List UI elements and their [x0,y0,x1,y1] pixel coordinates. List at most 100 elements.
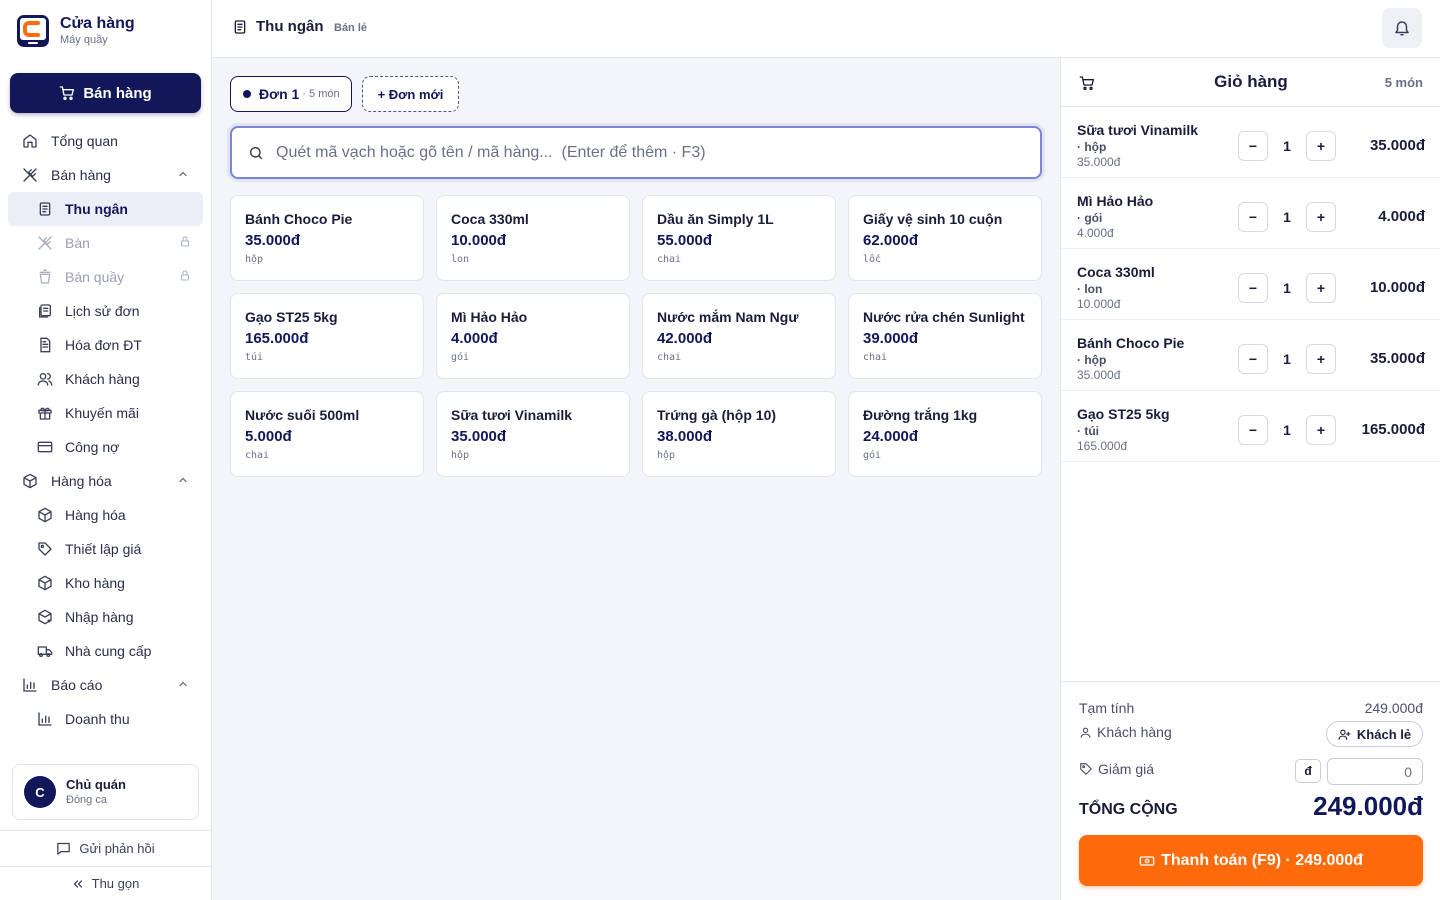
decrease-qty-button[interactable]: − [1238,202,1268,232]
cart-item-qty[interactable]: 1 [1271,209,1303,225]
sidebar-item-debts[interactable]: Công nợ [0,430,211,464]
sell-button[interactable]: Bán hàng [10,73,201,113]
product-name: Nước mắm Nam Ngư [657,309,799,325]
product-price: 5.000đ [245,428,292,445]
product-card[interactable]: Mì Hảo Hảo 4.000đ gói [436,293,630,379]
sidebar-item-label: Doanh thu [65,711,130,727]
sidebar-item-suppliers[interactable]: Nhà cung cấp [0,634,211,668]
product-card[interactable]: Sữa tươi Vinamilk 35.000đ hộp [436,391,630,477]
product-card[interactable]: Dầu ăn Simply 1L 55.000đ chai [642,195,836,281]
page-title: Thu ngân [232,18,324,35]
cart-item-total: 165.000đ [1361,421,1425,438]
sidebar-item-import[interactable]: Nhập hàng [0,600,211,634]
sidebar-item-warehouse[interactable]: Kho hàng [0,566,211,600]
cart-item-qty[interactable]: 1 [1271,280,1303,296]
product-card[interactable]: Bánh Choco Pie 35.000đ hộp [230,195,424,281]
user-card[interactable]: C Chủ quán Đóng ca [12,764,199,820]
increase-qty-button[interactable]: + [1306,131,1336,161]
decrease-qty-button[interactable]: − [1238,273,1268,303]
sidebar-group-reports[interactable]: Báo cáo [0,668,211,702]
cart-item-qty[interactable]: 1 [1271,422,1303,438]
message-icon [57,842,71,855]
product-unit: chai [657,352,682,363]
decrease-qty-button[interactable]: − [1238,415,1268,445]
shift-status: Đóng ca [66,794,107,806]
cart-item-unit: · lon [1077,282,1103,296]
user-plus-icon [1338,729,1351,740]
increase-qty-button[interactable]: + [1306,273,1336,303]
sidebar-item-products[interactable]: Hàng hóa [0,498,211,532]
product-card[interactable]: Coca 330ml 10.000đ lon [436,195,630,281]
product-unit: gói [451,352,470,363]
sidebar-item-customers[interactable]: Khách hàng [0,362,211,396]
decrease-qty-button[interactable]: − [1238,344,1268,374]
sidebar-nav: Tổng quan Bán hàng Thu ngân Bàn Bán quầy… [0,124,211,756]
fork-knife-icon [22,167,38,183]
sidebar-item-label: Công nợ [65,439,120,455]
cart-item-unit: · gói [1077,211,1103,225]
sidebar-item-label: Nhập hàng [65,609,134,625]
increase-qty-button[interactable]: + [1306,202,1336,232]
select-customer-button[interactable]: Khách lẻ [1326,721,1423,747]
product-unit: hộp [451,450,470,461]
new-order-button[interactable]: + Đơn mới [362,76,459,112]
sidebar-item-counter-sales[interactable]: Bán quầy [0,260,211,294]
cart-item-unit: · hộp [1077,353,1107,367]
cart-item-unit-price: 165.000đ [1077,439,1128,453]
cart-item-total: 4.000đ [1378,208,1425,225]
feedback-button[interactable]: Gửi phản hồi [0,830,211,866]
brand[interactable]: Cửa hàng Máy quầy [16,14,135,48]
product-name: Bánh Choco Pie [245,211,353,227]
receipt-icon [37,201,53,217]
sidebar-item-pricing[interactable]: Thiết lập giá [0,532,211,566]
product-card[interactable]: Nước rửa chén Sunlight 39.000đ chai [848,293,1042,379]
sidebar-group-products[interactable]: Hàng hóa [0,464,211,498]
discount-input[interactable] [1327,758,1423,785]
notifications-button[interactable] [1382,8,1422,48]
store-logo-icon [17,15,49,47]
collapse-sidebar-button[interactable]: Thu gọn [0,866,211,900]
search-input[interactable] [276,143,1016,162]
sidebar-item-label: Khách hàng [65,371,140,387]
sidebar-item-overview[interactable]: Tổng quan [0,124,211,158]
sidebar-item-order-history[interactable]: Lịch sử đơn [0,294,211,328]
increase-qty-button[interactable]: + [1306,415,1336,445]
sidebar-item-revenue[interactable]: Doanh thu [0,702,211,736]
users-icon [37,371,53,387]
product-name: Coca 330ml [451,211,529,227]
product-card[interactable]: Giấy vệ sinh 10 cuộn 62.000đ lốc [848,195,1042,281]
product-card[interactable]: Nước mắm Nam Ngư 42.000đ chai [642,293,836,379]
sidebar-item-e-invoice[interactable]: Hóa đơn ĐT [0,328,211,362]
product-unit: chai [245,450,270,461]
feedback-label: Gửi phản hồi [79,841,155,856]
cart-item-qty[interactable]: 1 [1271,138,1303,154]
sidebar-item-label: Thu ngân [65,201,128,217]
discount-label-wrap: Giảm giá [1079,761,1154,777]
sidebar-item-label: Báo cáo [51,677,103,693]
sidebar-item-cashier[interactable]: Thu ngân [8,192,203,226]
brand-name: Cửa hàng [60,15,135,32]
cart-item-name: Coca 330ml [1077,264,1155,280]
discount-type-toggle[interactable]: đ [1295,759,1321,783]
cart-item-qty[interactable]: 1 [1271,351,1303,367]
product-card[interactable]: Đường trắng 1kg 24.000đ gói [848,391,1042,477]
decrease-qty-button[interactable]: − [1238,131,1268,161]
sidebar: Cửa hàng Máy quầy Bán hàng Tổng quan Bán… [0,0,212,900]
cart-item-name: Bánh Choco Pie [1077,335,1185,351]
product-search [230,126,1042,179]
checkout-button[interactable]: Thanh toán (F9) · 249.000đ [1079,835,1423,886]
pos-main: Đơn 1 · 5 món + Đơn mới Bánh Choco Pie 3… [212,58,1060,900]
increase-qty-button[interactable]: + [1306,344,1336,374]
order-tab-1[interactable]: Đơn 1 · 5 món [230,76,352,112]
sidebar-group-sales[interactable]: Bán hàng [0,158,211,192]
box-icon [37,575,53,591]
product-name: Nước rửa chén Sunlight [863,309,1025,325]
sidebar-item-tables[interactable]: Bàn [0,226,211,260]
fork-knife-icon [37,235,53,251]
product-card[interactable]: Trứng gà (hộp 10) 38.000đ hộp [642,391,836,477]
sidebar-item-promotions[interactable]: Khuyến mãi [0,396,211,430]
box-icon [22,473,38,489]
product-card[interactable]: Gạo ST25 5kg 165.000đ túi [230,293,424,379]
product-card[interactable]: Nước suối 500ml 5.000đ chai [230,391,424,477]
sidebar-item-label: Kho hàng [65,575,125,591]
